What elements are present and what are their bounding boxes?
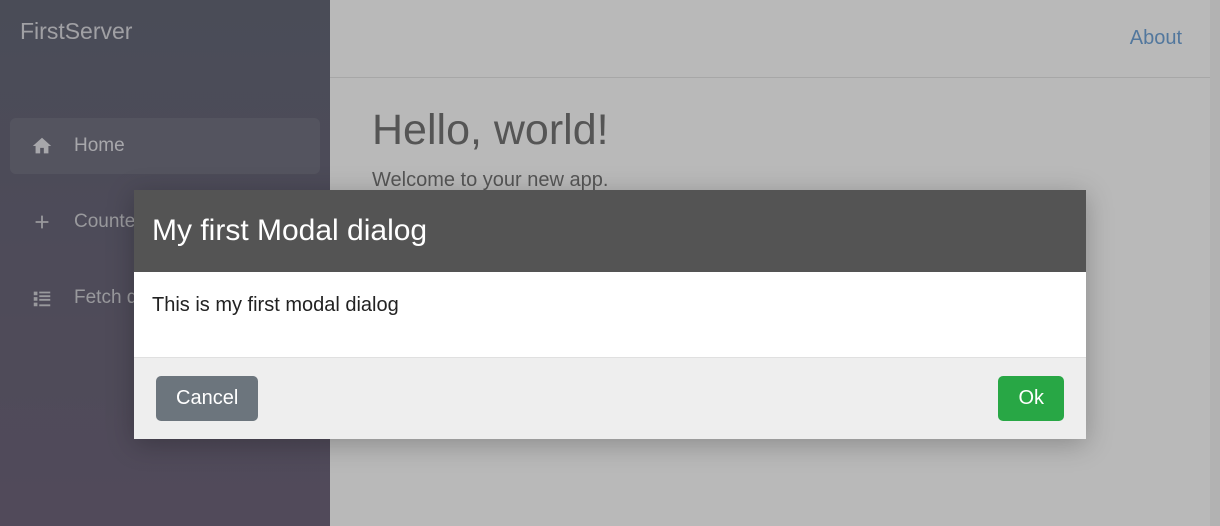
- cancel-button[interactable]: Cancel: [156, 376, 258, 421]
- ok-button[interactable]: Ok: [998, 376, 1064, 421]
- modal-footer: Cancel Ok: [134, 357, 1086, 439]
- modal-title: My first Modal dialog: [134, 190, 1086, 272]
- modal-overlay[interactable]: My first Modal dialog This is my first m…: [0, 0, 1220, 526]
- modal-body: This is my first modal dialog: [134, 272, 1086, 357]
- modal-dialog: My first Modal dialog This is my first m…: [134, 190, 1086, 439]
